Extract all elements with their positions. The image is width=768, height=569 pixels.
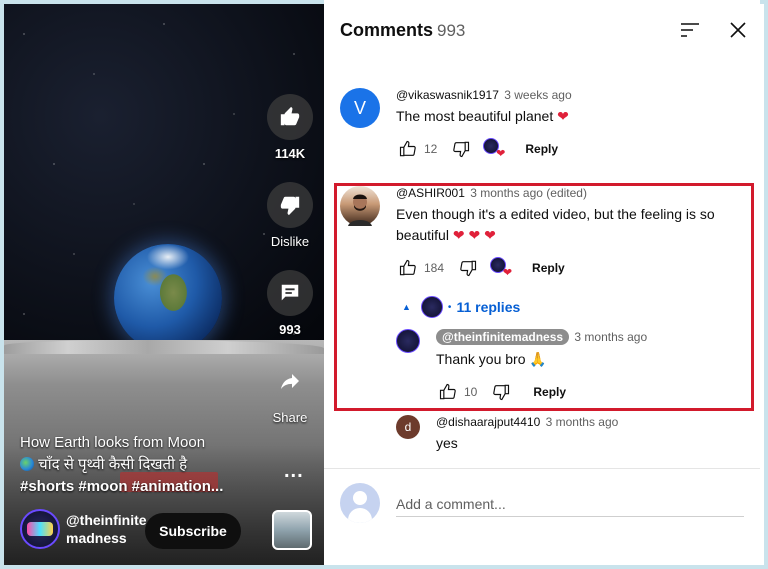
like-count: 184 (424, 261, 445, 275)
creator-heart-icon: ❤ (483, 138, 505, 160)
globe-icon (20, 457, 34, 471)
comments-count: 993 (279, 322, 301, 337)
video-hashtags[interactable]: #shorts #moon #animation... (20, 476, 270, 498)
comments-title: Comments (340, 20, 434, 40)
sort-icon[interactable] (676, 16, 704, 44)
comment-author[interactable]: @ASHIR001 (396, 186, 465, 200)
comment-toolbar: 12 ❤ Reply (396, 137, 736, 161)
comment-time[interactable]: 3 months ago (edited) (470, 186, 587, 200)
comments-header: Comments 993 (324, 0, 760, 60)
share-action[interactable]: Share (262, 358, 318, 425)
replies-toggle[interactable]: ▲ • 11 replies (402, 296, 520, 318)
comment-author[interactable]: @vikaswasnik1917 (396, 88, 499, 102)
reply-button[interactable]: Reply (532, 261, 565, 275)
comment-author[interactable]: @theinfinitemadness (436, 329, 570, 345)
heart-icon: ❤ ❤ ❤ (452, 227, 496, 243)
video-caption: How Earth looks from Moon चाँद से पृथ्वी… (20, 432, 270, 498)
thumbs-up-icon[interactable] (267, 94, 313, 140)
creator-avatar (420, 296, 443, 318)
reply-button[interactable]: Reply (533, 385, 566, 399)
like-count: 114K (274, 146, 306, 161)
dislike-button[interactable] (489, 380, 513, 404)
dislike-button[interactable] (456, 256, 480, 280)
comment-time[interactable]: 3 months ago (546, 415, 619, 429)
comment-icon[interactable] (267, 270, 313, 316)
replies-count[interactable]: 11 replies (456, 299, 520, 315)
comments-panel: Comments 993 V @vikaswasnik1917 3 weeks … (324, 0, 760, 561)
dislike-label: Dislike (270, 234, 310, 249)
channel-name[interactable]: @theinfinite madness (66, 511, 147, 547)
like-action[interactable]: 114K (262, 94, 318, 161)
comment-author[interactable]: @dishaarajput4410 (436, 415, 540, 429)
comment-text: The most beautiful planet (396, 108, 554, 124)
comment-time[interactable]: 3 months ago (574, 330, 647, 344)
reply-button[interactable]: Reply (525, 142, 558, 156)
chevron-up-icon: ▲ (402, 302, 411, 312)
more-options-icon[interactable]: ... (284, 460, 304, 483)
channel-avatar[interactable] (20, 509, 60, 549)
like-count: 10 (464, 385, 478, 399)
subscribe-button[interactable]: Subscribe (145, 513, 241, 549)
add-comment-input[interactable] (396, 491, 744, 517)
comment-text: Thank you bro 🙏 (436, 351, 547, 367)
avatar[interactable] (396, 329, 420, 353)
close-icon[interactable] (724, 16, 752, 44)
comment-toolbar: 184 ❤ Reply (396, 256, 736, 280)
like-button[interactable] (396, 256, 420, 280)
thumbs-down-icon[interactable] (267, 182, 313, 228)
avatar[interactable]: d (396, 415, 420, 439)
video-title-line2: चाँद से पृथ्वी कैसी दिखती है (20, 454, 270, 476)
like-button[interactable] (396, 137, 420, 161)
avatar[interactable]: V (340, 88, 380, 128)
comment-text: Even though it's a edited video, but the… (396, 206, 715, 243)
channel-info[interactable]: @theinfinite madness (20, 509, 147, 549)
shorts-video-player[interactable]: 114K Dislike 993 Share How Earth looks f… (4, 4, 324, 565)
comment-toolbar: 10 Reply (436, 380, 746, 404)
comment-time[interactable]: 3 weeks ago (504, 88, 571, 102)
add-comment-bar (324, 468, 760, 561)
like-button[interactable] (436, 380, 460, 404)
comments-count-header: 993 (437, 21, 466, 40)
dislike-button[interactable] (449, 137, 473, 161)
comments-action[interactable]: 993 (262, 270, 318, 337)
comment-text: yes (436, 435, 458, 451)
dislike-action[interactable]: Dislike (262, 182, 318, 249)
user-avatar (340, 483, 380, 523)
earth-image (114, 244, 222, 352)
video-title-line1: How Earth looks from Moon (20, 434, 206, 451)
sound-thumbnail[interactable] (272, 510, 312, 550)
like-count: 12 (424, 142, 438, 156)
creator-heart-icon: ❤ (490, 257, 512, 279)
heart-icon: ❤ (557, 108, 569, 124)
share-label: Share (272, 410, 308, 425)
share-icon[interactable] (267, 358, 313, 404)
avatar[interactable] (340, 186, 380, 226)
